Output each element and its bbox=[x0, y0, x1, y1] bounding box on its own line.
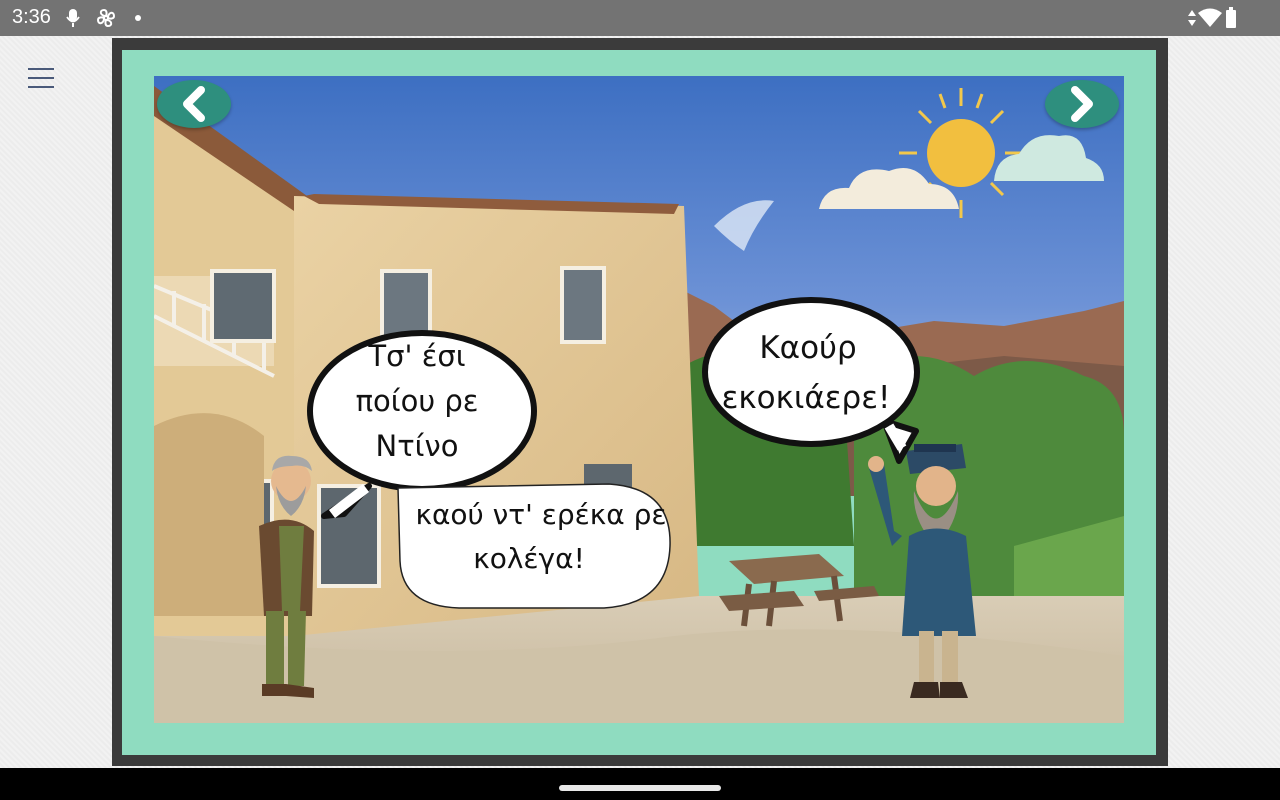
right-thought-line2: εκοκιάερε! bbox=[722, 380, 891, 416]
hamburger-menu-icon bbox=[28, 68, 54, 70]
hamburger-line bbox=[28, 86, 54, 88]
mic-icon bbox=[64, 6, 82, 30]
next-slide-button[interactable] bbox=[1045, 80, 1119, 128]
left-thought-line1: Τσ' έσι bbox=[367, 339, 465, 373]
dot-icon bbox=[132, 6, 144, 30]
fan-icon bbox=[94, 6, 118, 30]
right-thought-line1: Καούρ bbox=[759, 330, 856, 366]
left-thought-line3: Ντίνο bbox=[376, 429, 459, 463]
battery-icon bbox=[1224, 6, 1238, 30]
slide-border: Τσ' έσι ποίου ρε Ντίνο καού ντ' ερέκα ρε… bbox=[122, 50, 1156, 755]
chevron-left-icon bbox=[183, 86, 205, 122]
left-thought-line2: ποίου ρε bbox=[356, 384, 479, 418]
chevron-right-icon bbox=[1071, 86, 1093, 122]
scene-illustration: Τσ' έσι ποίου ρε Ντίνο καού ντ' ερέκα ρε… bbox=[154, 76, 1124, 723]
home-gesture-handle[interactable] bbox=[559, 785, 721, 791]
previous-slide-button[interactable] bbox=[157, 80, 231, 128]
status-bar: 3:36 bbox=[0, 0, 1280, 36]
left-speech-line2: κολέγα! bbox=[473, 542, 585, 575]
story-scene: Τσ' έσι ποίου ρε Ντίνο καού ντ' ερέκα ρε… bbox=[154, 76, 1124, 723]
hamburger-line bbox=[28, 77, 54, 79]
speech-bubble-left: καού ντ' ερέκα ρε κολέγα! bbox=[397, 483, 671, 609]
system-navigation-bar bbox=[0, 768, 1280, 800]
hamburger-menu-button[interactable] bbox=[24, 64, 58, 92]
wifi-icon bbox=[1198, 6, 1222, 30]
slide-frame: Τσ' έσι ποίου ρε Ντίνο καού ντ' ερέκα ρε… bbox=[112, 38, 1168, 766]
left-speech-line1: καού ντ' ερέκα ρε bbox=[415, 498, 666, 531]
status-time: 3:36 bbox=[12, 6, 51, 28]
